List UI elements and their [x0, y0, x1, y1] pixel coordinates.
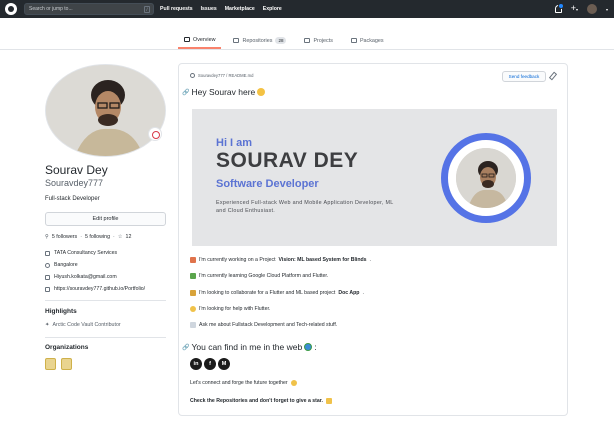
tab-packages[interactable]: Packages — [345, 32, 390, 49]
speech-bubble-emoji-icon — [190, 322, 196, 328]
banner-role: Software Developer — [216, 178, 319, 190]
readme-line: Ask me about Fullstack Development and T… — [190, 322, 337, 328]
repo-count-badge: 28 — [275, 37, 287, 44]
organization-avatar[interactable] — [61, 358, 72, 370]
facebook-icon[interactable]: f — [204, 358, 216, 370]
header-actions: +▾ ▾ — [554, 3, 608, 15]
rocket-emoji-icon — [190, 257, 196, 263]
connect-line: Let's connect and forge the future toget… — [190, 380, 297, 386]
tab-overview[interactable]: Overview — [178, 32, 222, 49]
tabs-divider — [0, 49, 614, 50]
find-me-heading: 🔗 You can find in me in the web : — [182, 342, 317, 352]
dot-separator: · — [80, 234, 82, 240]
nav-explore[interactable]: Explore — [263, 6, 282, 12]
sidebar-divider — [45, 337, 166, 338]
location-icon — [45, 262, 50, 268]
profile-username: Souravdey777 — [45, 178, 104, 188]
readme-greeting: 🔗 Hey Sourav here — [182, 87, 266, 97]
stars-link[interactable]: 12 — [126, 234, 132, 240]
thinking-emoji-icon — [190, 306, 196, 312]
linkedin-icon[interactable]: in — [190, 358, 202, 370]
company-row: TATA Consultancy Services — [45, 250, 117, 256]
search-placeholder: Search or jump to... — [29, 6, 73, 12]
banner-photo-image — [456, 148, 516, 208]
pointing-emoji-icon — [325, 398, 332, 404]
organizations-heading: Organizations — [45, 344, 89, 351]
medium-icon[interactable]: M — [218, 358, 230, 370]
project-icon — [304, 38, 311, 43]
mail-icon — [45, 274, 50, 280]
readme-line: I'm currently learning Google Cloud Plat… — [190, 273, 328, 279]
banner-hi: Hi I am — [216, 137, 253, 149]
sidebar-divider — [45, 300, 166, 301]
readme-line: I'm looking to collaborate for a Flutter… — [190, 290, 364, 296]
chevron-down-icon: ▾ — [605, 6, 608, 12]
profile-bio: Full-stack Developer — [45, 196, 100, 202]
dot-separator: · — [113, 234, 115, 240]
nav-marketplace[interactable]: Marketplace — [225, 6, 255, 12]
following-link[interactable]: 5 following — [85, 234, 110, 240]
banner-photo — [456, 148, 516, 208]
repo-icon — [233, 38, 240, 43]
readme-path: Souravdey777 / README.md — [190, 73, 253, 78]
highlight-item: ✦ Arctic Code Vault Contributor — [45, 322, 121, 328]
closing-line: Check the Repositories and don't forget … — [190, 398, 332, 404]
organization-icon — [45, 250, 50, 256]
global-header: Search or jump to... / Pull requests Iss… — [0, 0, 614, 18]
anchor-link-icon[interactable]: 🔗 — [182, 89, 189, 96]
nav-issues[interactable]: Issues — [201, 6, 217, 12]
seedling-emoji-icon — [190, 273, 196, 279]
search-shortcut-badge: / — [144, 5, 150, 13]
profile-tabs: Overview Repositories 28 Projects Packag… — [178, 32, 390, 49]
nav-pull-requests[interactable]: Pull requests — [160, 6, 193, 12]
notifications-bell-icon[interactable] — [554, 3, 564, 13]
follow-stats: ⚲ 5 followers · 5 following · ☆ 12 — [45, 234, 131, 240]
avatar-photo — [46, 65, 165, 156]
user-icon — [190, 73, 195, 78]
banner-name: SOURAV DEY — [216, 149, 359, 172]
highlights-heading: Highlights — [45, 308, 77, 315]
tab-repositories[interactable]: Repositories 28 — [227, 32, 292, 49]
globe-emoji-icon — [304, 343, 313, 351]
readme-line: I'm looking for help with Flutter. — [190, 306, 270, 312]
package-icon — [350, 38, 357, 43]
email-row: Hiyush.kolkata@gmail.com — [45, 274, 117, 280]
tab-projects[interactable]: Projects — [298, 32, 338, 49]
website-row: https://souravdey777.github.io/Portfolio… — [45, 286, 145, 292]
handshake-emoji-icon — [190, 290, 196, 296]
wave-emoji-icon — [257, 88, 266, 96]
followers-link[interactable]: 5 followers — [52, 234, 77, 240]
search-input[interactable]: Search or jump to... / — [24, 3, 154, 15]
book-icon — [184, 37, 190, 42]
link-icon — [45, 286, 50, 292]
readme-line: I'm currently working on a Project Visio… — [190, 257, 371, 263]
star-icon: ✦ — [45, 322, 50, 328]
create-new-plus-icon[interactable]: +▾ — [571, 3, 578, 15]
smile-emoji-icon — [290, 380, 297, 386]
profile-avatar[interactable] — [45, 64, 166, 157]
send-feedback-button[interactable]: Send feedback — [502, 71, 546, 82]
github-logo-icon[interactable] — [5, 3, 17, 15]
status-emoji-badge[interactable] — [148, 127, 162, 141]
user-avatar-menu[interactable] — [586, 4, 597, 14]
profile-name: Sourav Dey — [45, 163, 108, 177]
people-icon: ⚲ — [45, 234, 49, 240]
organization-avatar[interactable] — [45, 358, 56, 370]
global-nav: Pull requests Issues Marketplace Explore — [160, 0, 282, 18]
anchor-link-icon[interactable]: 🔗 — [182, 344, 189, 351]
edit-profile-button[interactable]: Edit profile — [45, 212, 166, 226]
star-icon: ☆ — [117, 234, 123, 240]
location-row: Bangalore — [45, 262, 78, 268]
banner-description: Experienced Full-stack Web and Mobile Ap… — [216, 200, 394, 214]
